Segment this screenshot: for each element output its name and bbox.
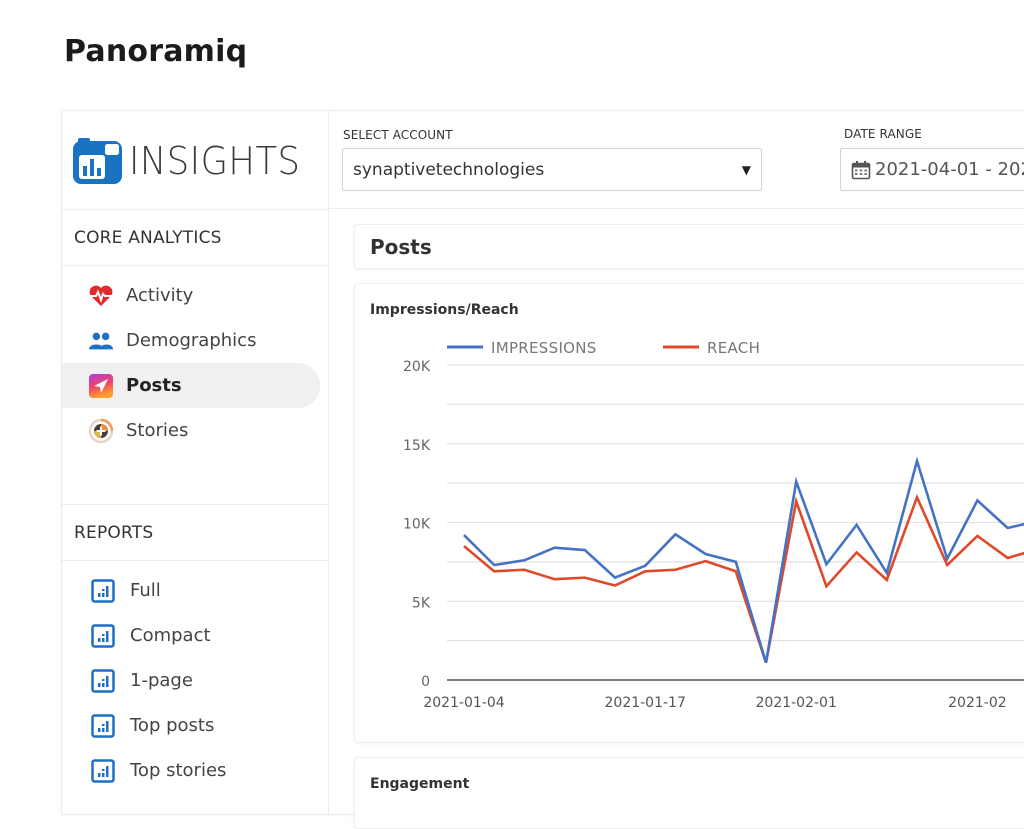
report-item-full[interactable]: Full [62,568,328,613]
logo-text: INSIGHTS [129,139,300,183]
main-content: SELECT ACCOUNT synaptivetechnologies ▼ D… [329,111,1024,814]
calendar-icon [851,160,871,180]
toolbar-divider [329,208,1024,209]
insights-camera-chart-icon [72,137,123,185]
app-title: Panoramiq [64,34,247,69]
sidebar-item-posts[interactable]: Posts [62,363,320,408]
report-item-top-stories[interactable]: Top stories [62,748,328,793]
y-tick-label: 20K [403,359,431,375]
posts-section-header: Posts [354,224,1024,269]
sidebar-item-label: Demographics [126,330,256,351]
caret-down-icon: ▼ [742,163,751,177]
report-chart-icon [90,758,116,784]
people-icon [88,328,114,354]
report-item-label: Full [130,580,161,601]
insights-logo[interactable]: INSIGHTS [72,136,313,186]
x-tick-label: 2021-01-04 [423,695,504,711]
legend-label-reach: REACH [707,339,760,357]
sidebar-item-label: Posts [126,375,182,396]
report-item-1-page[interactable]: 1-page [62,658,328,703]
sidebar-item-stories[interactable]: Stories [62,408,328,453]
sidebar-item-demographics[interactable]: Demographics [62,318,328,363]
sidebar: INSIGHTS CORE ANALYTICS Activity [62,111,329,814]
report-chart-icon [90,668,116,694]
report-item-label: Top stories [130,760,226,781]
report-chart-icon [90,578,116,604]
stories-ring-icon [88,418,114,444]
account-select-value: synaptivetechnologies [353,160,544,180]
engagement-title: Engagement [370,776,469,792]
heartbeat-icon [88,283,114,309]
core-analytics-nav: Activity Demographics [62,273,328,453]
select-account-label: SELECT ACCOUNT [343,128,453,142]
report-item-label: 1-page [130,670,193,691]
report-chart-icon [90,623,116,649]
y-tick-label: 5K [412,595,431,611]
x-tick-label: 2021-02 [948,695,1007,711]
section-title: Posts [370,235,432,259]
y-tick-label: 15K [403,438,431,454]
report-item-label: Compact [130,625,211,646]
report-item-label: Top posts [130,715,214,736]
sidebar-item-label: Stories [126,420,188,441]
y-tick-label: 10K [403,517,431,533]
sidebar-item-label: Activity [126,285,193,306]
report-item-compact[interactable]: Compact [62,613,328,658]
date-range-label: DATE RANGE [844,127,922,141]
impressions-reach-chart: 0 5K 10K 15K 20K 2021-01-04 2021-01-17 2021-02… [355,284,1024,742]
reports-heading: REPORTS [62,504,328,561]
core-analytics-heading-text: CORE ANALYTICS [74,228,222,248]
sidebar-item-activity[interactable]: Activity [62,273,328,318]
report-item-top-posts[interactable]: Top posts [62,703,328,748]
impressions-reach-panel: Impressions/Reach 05K10K15K20K 2021-01-0… [354,283,1024,743]
reports-heading-text: REPORTS [74,523,153,543]
insights-frame: INSIGHTS CORE ANALYTICS Activity [61,110,1024,815]
x-tick-label: 2021-02-01 [756,695,837,711]
legend-label-impressions: IMPRESSIONS [491,339,597,357]
paper-plane-icon [88,373,114,399]
reports-nav: Full Compact 1-page Top posts [62,568,328,793]
x-tick-label: 2021-01-17 [605,695,686,711]
core-analytics-heading: CORE ANALYTICS [62,209,328,266]
date-range-picker[interactable]: 2021-04-01 - 202 [840,148,1024,191]
account-select[interactable]: synaptivetechnologies ▼ [342,148,762,191]
y-tick-label: 0 [421,674,430,690]
engagement-panel: Engagement [354,757,1024,829]
report-chart-icon [90,713,116,739]
date-range-value: 2021-04-01 - 202 [875,159,1024,180]
